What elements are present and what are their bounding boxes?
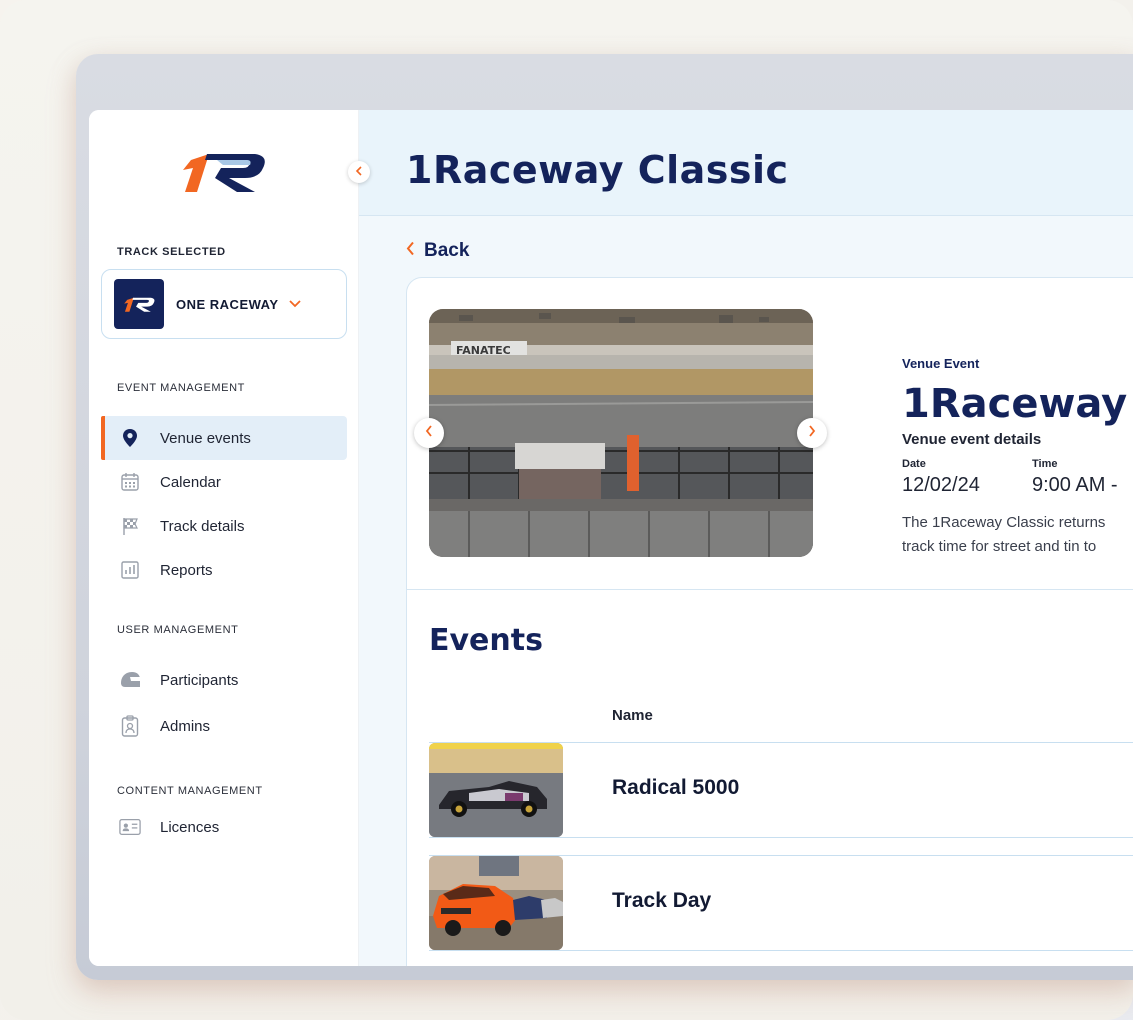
- id-card-icon: [119, 816, 141, 838]
- venue-title: 1Raceway: [902, 381, 1128, 427]
- sidebar-item-label: Calendar: [160, 473, 221, 491]
- collapse-sidebar-button[interactable]: [348, 161, 370, 183]
- section-content-management: CONTENT MANAGEMENT: [117, 785, 263, 797]
- sidebar-item-label: Track details: [160, 517, 245, 535]
- sidebar-item-track-details[interactable]: Track details: [101, 504, 347, 548]
- sidebar-item-label: Admins: [160, 717, 211, 735]
- sidebar-item-label: Licences: [160, 818, 220, 836]
- section-event-management: EVENT MANAGEMENT: [117, 382, 245, 394]
- sidebar-item-participants[interactable]: Participants: [101, 658, 347, 702]
- sidebar-item-calendar[interactable]: Calendar: [101, 460, 347, 504]
- chevron-left-icon: [355, 163, 363, 181]
- event-name: Track Day: [612, 889, 712, 912]
- bar-chart-icon: [119, 559, 141, 581]
- events-heading: Events: [429, 623, 543, 658]
- sidebar: TRACK SELECTED ONE RACEWAY EVENT MANAGEM…: [89, 110, 359, 966]
- date-value: 12/02/24: [902, 474, 980, 496]
- track-selector[interactable]: ONE RACEWAY: [101, 269, 347, 339]
- checkered-flag-icon: [119, 515, 141, 537]
- time-label: Time: [1032, 458, 1058, 470]
- table-row[interactable]: Radical 5000: [429, 742, 1133, 838]
- chevron-right-icon: [808, 424, 816, 442]
- sidebar-item-label: Participants: [160, 671, 239, 689]
- sidebar-item-label: Venue events: [160, 429, 251, 447]
- sidebar-item-licences[interactable]: Licences: [101, 805, 347, 849]
- back-label: Back: [424, 240, 470, 261]
- section-user-management: USER MANAGEMENT: [117, 624, 239, 636]
- track-selected-label: TRACK SELECTED: [117, 246, 226, 258]
- venue-description: The 1Raceway Classic returns track time …: [902, 511, 1133, 559]
- back-link[interactable]: Back: [406, 240, 469, 262]
- chevron-down-icon: [288, 295, 301, 313]
- date-time-row: Date 12/02/24 Time 9:00 AM -: [902, 458, 1133, 497]
- helmet-icon: [119, 669, 141, 691]
- section-divider: [407, 589, 1133, 590]
- calendar-icon: [119, 471, 141, 493]
- venue-description-line: track time for street and tin to: [902, 538, 1097, 555]
- event-thumbnail: [429, 743, 563, 837]
- sidebar-item-reports[interactable]: Reports: [101, 548, 347, 592]
- event-photo: FANATEC: [429, 309, 813, 557]
- venue-tag: Venue Event: [902, 356, 980, 371]
- location-pin-icon: [119, 427, 141, 449]
- id-badge-icon: [119, 715, 141, 737]
- chevron-left-icon: [425, 424, 433, 442]
- venue-info: Venue Event 1Raceway Venue event details…: [902, 356, 1133, 559]
- event-detail-card: FANATEC Venue Event 1Raceway Venue event…: [406, 277, 1133, 966]
- main-content: 1Raceway Classic Back FANATEC Venue Even…: [359, 110, 1133, 966]
- column-header-name[interactable]: Name: [612, 707, 653, 724]
- page-title: 1Raceway Classic: [406, 148, 789, 192]
- chevron-left-icon: [406, 240, 424, 262]
- page-header: 1Raceway Classic: [359, 110, 1133, 216]
- time-value: 9:00 AM -: [1032, 474, 1118, 496]
- track-name: ONE RACEWAY: [176, 296, 279, 312]
- venue-description-line: The 1Raceway Classic returns: [902, 514, 1106, 531]
- sidebar-item-admins[interactable]: Admins: [101, 704, 347, 748]
- track-logo: [114, 279, 164, 329]
- date-label: Date: [902, 458, 926, 470]
- sidebar-item-label: Reports: [160, 561, 213, 579]
- event-photo-carousel[interactable]: FANATEC: [429, 309, 813, 557]
- table-row[interactable]: Track Day: [429, 855, 1133, 951]
- app-screen: TRACK SELECTED ONE RACEWAY EVENT MANAGEM…: [89, 110, 1133, 966]
- sidebar-item-venue-events[interactable]: Venue events: [101, 416, 347, 460]
- event-name: Radical 5000: [612, 776, 740, 799]
- app-logo[interactable]: [177, 146, 269, 196]
- event-thumbnail: [429, 856, 563, 950]
- carousel-next-button[interactable]: [797, 418, 827, 448]
- venue-subtitle: Venue event details: [902, 431, 1042, 448]
- carousel-prev-button[interactable]: [414, 418, 444, 448]
